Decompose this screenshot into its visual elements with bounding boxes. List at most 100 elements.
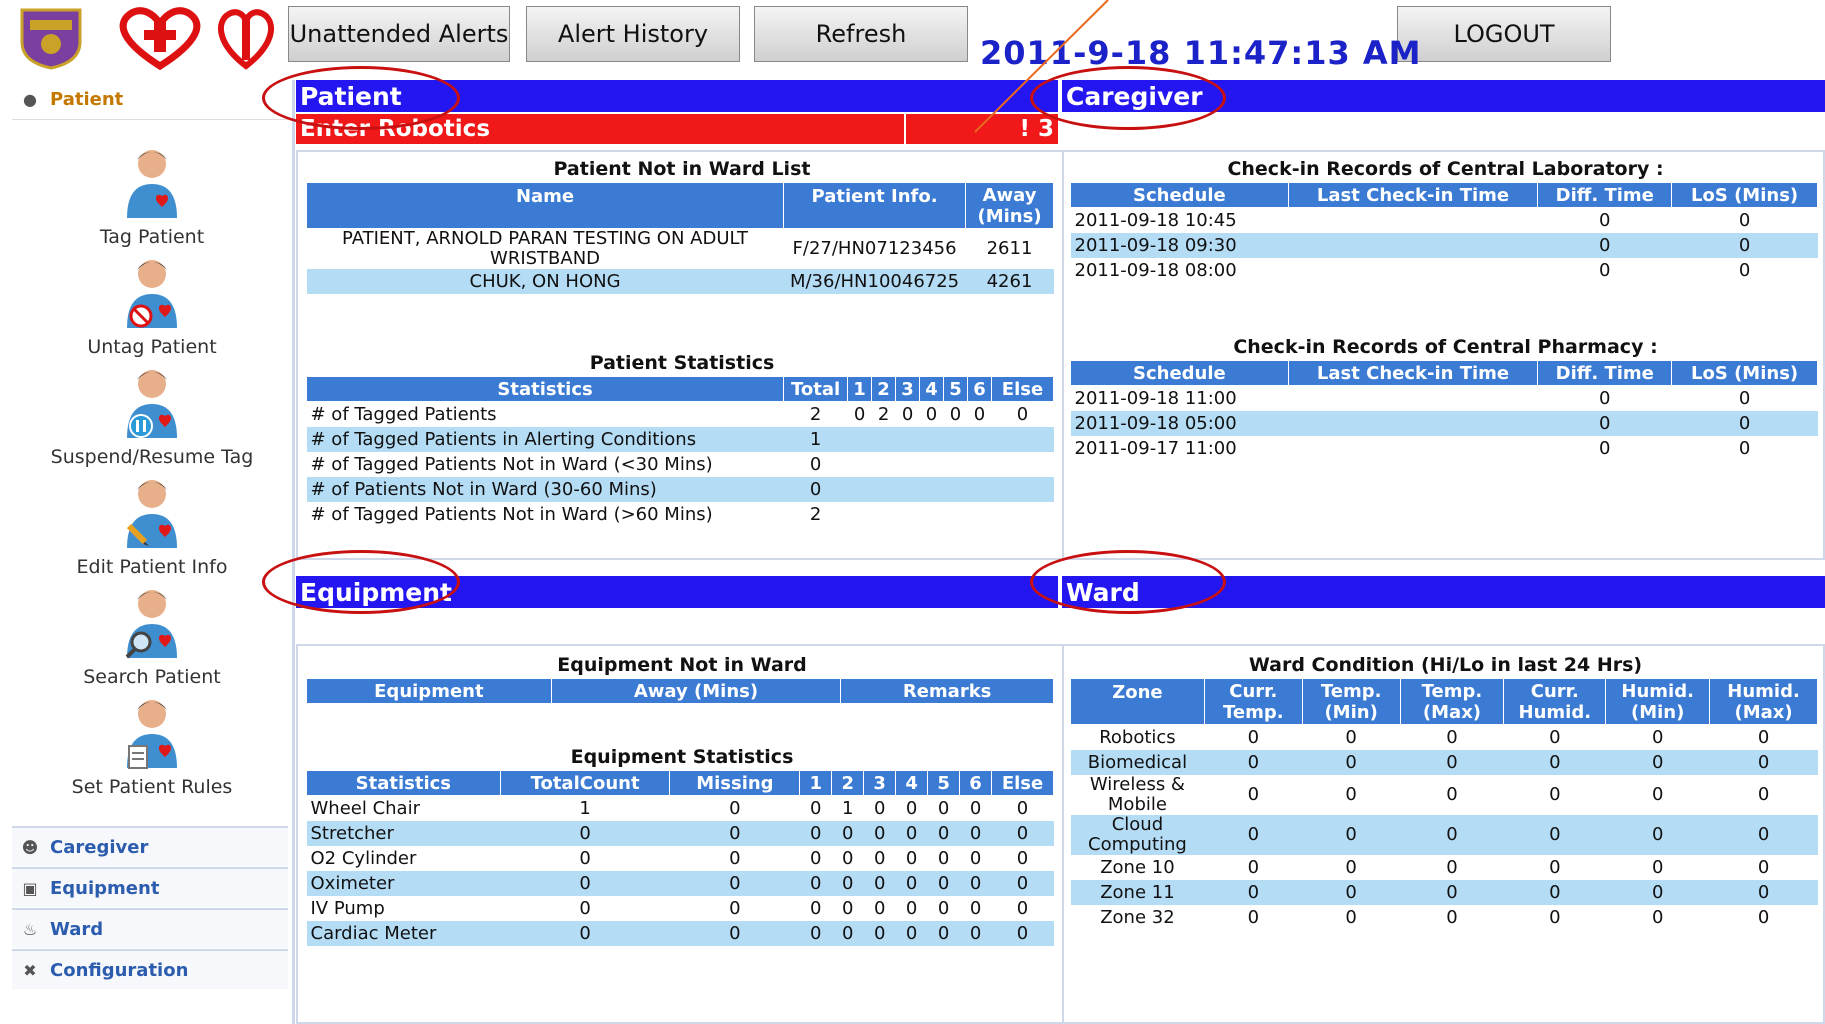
table-row[interactable]: Zone 11 0 0 0 0 0 0 <box>1070 880 1818 905</box>
table-row[interactable]: # of Tagged Patients Not in Ward (>60 Mi… <box>307 502 1054 527</box>
column-header[interactable]: TotalCount <box>499 770 671 796</box>
table-row[interactable]: 2011-09-18 05:00 0 0 <box>1070 411 1818 436</box>
table-row[interactable]: IV Pump 0 0 0 0 0 0 0 0 0 <box>307 896 1054 921</box>
last-checkin-time <box>1288 386 1538 412</box>
column-header[interactable]: Patient Info. <box>783 182 967 229</box>
equipment-name: O2 Cylinder <box>310 847 417 869</box>
refresh-button[interactable]: Refresh <box>754 6 968 62</box>
sidebar-section-caregiver[interactable]: ☻ Caregiver <box>12 826 288 866</box>
diff-time: 0 <box>1599 437 1611 459</box>
column-header[interactable]: Zone <box>1070 678 1205 725</box>
equipment-count: 0 <box>969 847 982 869</box>
column-header[interactable]: 5 <box>927 770 961 796</box>
table-row[interactable]: # of Tagged Patients in Alerting Conditi… <box>306 427 1054 452</box>
column-header[interactable]: 4 <box>895 770 929 796</box>
sidebar-item-tag-patient[interactable]: Tag Patient <box>12 146 292 248</box>
column-header[interactable]: LoS (Mins) <box>1671 360 1818 386</box>
equipment-count: 0 <box>863 871 896 896</box>
column-header[interactable]: Equipment <box>306 678 552 704</box>
table-row[interactable]: 2011-09-17 11:00 0 0 <box>1071 436 1818 461</box>
column-header[interactable]: Missing <box>669 770 801 796</box>
last-checkin-time <box>1288 258 1538 283</box>
column-header[interactable]: LoS (Mins) <box>1671 182 1818 208</box>
table-row[interactable]: # of Tagged Patients 2 0 2 0 0 0 0 0 <box>307 402 1054 428</box>
table-row[interactable]: # of Tagged Patients Not in Ward (<30 Mi… <box>307 452 1054 477</box>
stat-value: 2 <box>809 403 822 425</box>
column-header[interactable]: Else <box>990 376 1055 402</box>
logout-button[interactable]: LOGOUT <box>1397 6 1611 62</box>
stat-value <box>968 452 992 477</box>
table-row[interactable]: 2011-09-18 11:00 0 0 <box>1071 386 1818 412</box>
table-row[interactable]: Zone 32 0 0 0 0 0 0 <box>1071 905 1818 930</box>
table-row[interactable]: CHUK, ON HONG M/36/HN10046725 4261 <box>306 269 1054 294</box>
column-header[interactable]: Humid. (Max) <box>1709 678 1818 725</box>
unattended-alerts-button[interactable]: Unattended Alerts <box>288 6 510 62</box>
column-header[interactable]: Schedule <box>1070 182 1289 208</box>
table-row[interactable]: PATIENT, ARNOLD PARAN TESTING ON ADULT W… <box>307 229 1054 270</box>
sidebar-section-equipment[interactable]: ▣ Equipment <box>12 867 288 907</box>
column-header[interactable]: Statistics <box>306 770 501 796</box>
column-header[interactable]: 6 <box>967 376 992 402</box>
column-header[interactable]: Temp. (Max) <box>1399 678 1505 725</box>
column-header[interactable]: 4 <box>919 376 945 402</box>
sidebar-item-untag-patient[interactable]: Untag Patient <box>12 256 292 358</box>
sidebar-item-set-patient-rules[interactable]: Set Patient Rules <box>12 696 292 798</box>
lab-checkin-table: Schedule Last Check-in Time Diff. Time L… <box>1070 182 1818 283</box>
column-header[interactable]: Away (Mins) <box>965 182 1054 229</box>
column-header[interactable]: 6 <box>959 770 993 796</box>
column-header[interactable]: 2 <box>831 770 865 796</box>
alert-history-button[interactable]: Alert History <box>526 6 740 62</box>
column-header[interactable]: Last Check-in Time <box>1287 182 1539 208</box>
table-row[interactable]: # of Patients Not in Ward (30-60 Mins) 0 <box>306 477 1054 502</box>
table-row[interactable]: O2 Cylinder 0 0 0 0 0 0 0 0 0 <box>307 846 1054 871</box>
table-row[interactable]: Cardiac Meter 0 0 0 0 0 0 0 0 0 <box>306 921 1054 946</box>
column-header[interactable]: Statistics <box>305 376 785 402</box>
table-row[interactable]: Stretcher 0 0 0 0 0 0 0 0 0 <box>306 821 1054 846</box>
stat-label: # of Tagged Patients Not in Ward (>60 Mi… <box>310 503 713 525</box>
sidebar-section-patient[interactable]: ● Patient <box>12 80 288 120</box>
last-checkin-time <box>1288 436 1538 461</box>
stat-value <box>848 452 872 477</box>
table-row[interactable]: 2011-09-18 09:30 0 0 <box>1070 233 1818 258</box>
sidebar-section-ward[interactable]: ♨ Ward <box>12 908 288 948</box>
table-row[interactable]: Zone 10 0 0 0 0 0 0 <box>1071 855 1818 880</box>
table-row[interactable]: 2011-09-18 10:45 0 0 <box>1071 208 1818 234</box>
column-header[interactable]: Away (Mins) <box>550 678 842 704</box>
stat-value <box>967 477 992 502</box>
column-header[interactable]: Total <box>783 376 849 402</box>
column-header[interactable]: Schedule <box>1070 360 1289 386</box>
column-header[interactable]: 1 <box>847 376 873 402</box>
column-header[interactable]: Diff. Time <box>1537 360 1673 386</box>
column-header[interactable]: 1 <box>799 770 833 796</box>
column-header[interactable]: Last Check-in Time <box>1287 360 1539 386</box>
sidebar-item-suspend-resume-tag[interactable]: Suspend/Resume Tag <box>12 366 292 468</box>
sidebar-section-configuration[interactable]: ✖ Configuration <box>12 949 288 989</box>
stat-value: 0 <box>949 403 962 425</box>
equipment-count: 0 <box>810 847 822 869</box>
column-header[interactable]: Name <box>305 182 785 229</box>
column-header[interactable]: Temp. (Min) <box>1301 678 1401 725</box>
sidebar-item-search-patient[interactable]: Search Patient <box>12 586 292 688</box>
table-row[interactable]: 2011-09-18 08:00 0 0 <box>1071 258 1818 283</box>
column-header[interactable]: Remarks <box>840 678 1054 704</box>
table-row[interactable]: Cloud Computing 0 0 0 0 0 0 <box>1070 815 1818 855</box>
column-header[interactable]: 5 <box>943 376 968 402</box>
column-header[interactable]: Curr. Temp. <box>1203 678 1303 725</box>
sidebar-item-edit-patient-info[interactable]: Edit Patient Info <box>12 476 292 578</box>
ward-reading: 0 <box>1549 726 1561 748</box>
column-header[interactable]: Humid. (Min) <box>1605 678 1711 725</box>
ward-reading: 0 <box>1605 815 1710 855</box>
column-header[interactable]: 2 <box>871 376 897 402</box>
table-row[interactable]: Biomedical 0 0 0 0 0 0 <box>1070 750 1818 775</box>
column-header[interactable]: 3 <box>895 376 921 402</box>
table-row[interactable]: Wireless & Mobile 0 0 0 0 0 0 <box>1071 775 1818 815</box>
table-row[interactable]: Wheel Chair 1 0 0 1 0 0 0 0 0 <box>307 796 1054 822</box>
column-header[interactable]: Curr. Humid. <box>1503 678 1607 725</box>
column-header[interactable]: 3 <box>863 770 897 796</box>
column-header[interactable]: Else <box>991 770 1054 796</box>
table-row[interactable]: Robotics 0 0 0 0 0 0 <box>1071 725 1818 751</box>
table-row[interactable]: Oximeter 0 0 0 0 0 0 0 0 0 <box>306 871 1054 896</box>
column-header[interactable]: Diff. Time <box>1537 182 1673 208</box>
set-patient-rules-label: Set Patient Rules <box>71 776 233 798</box>
ward-reading: 0 <box>1651 726 1664 748</box>
